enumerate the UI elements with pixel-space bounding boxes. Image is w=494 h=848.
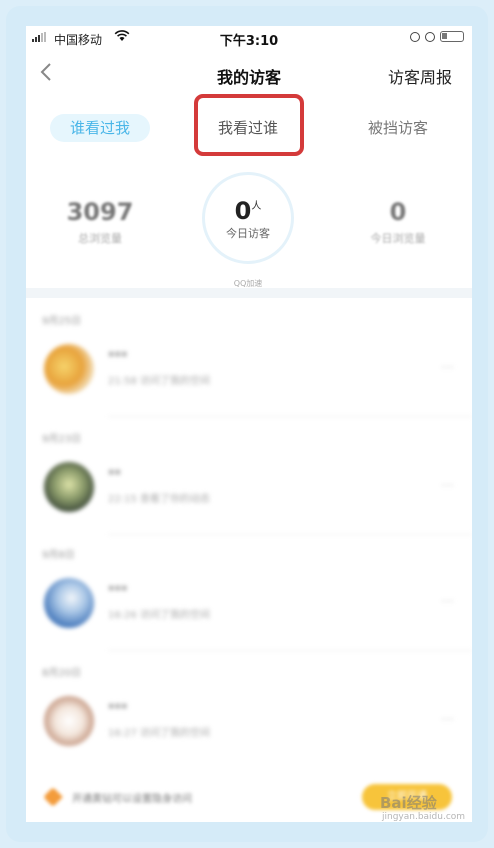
phone-screen: 中国移动 下午3:10 我的访客 访客周报 谁看过我 我看过谁 被挡访客 309…	[26, 26, 472, 822]
more-icon[interactable]: ···	[441, 360, 454, 376]
visitor-name: **	[108, 468, 121, 483]
today-visitors-circle: 0人 今日访客	[202, 172, 294, 264]
today-visitors-label: 今日访客	[226, 227, 270, 240]
total-views-label: 总浏览量	[78, 232, 122, 245]
visitor-weekly-button[interactable]: 访客周报	[388, 64, 452, 88]
section-divider	[26, 288, 472, 298]
visitor-name: ***	[108, 350, 128, 365]
today-views-stat: 0 今日浏览量	[348, 198, 448, 246]
visitor-detail: 16:27 访问了我的空间	[108, 728, 210, 739]
nav-bar: 我的访客 访客周报	[26, 52, 472, 98]
list-item[interactable]: *** 16:27 访问了我的空间 ···	[26, 692, 472, 752]
visitor-detail: 21:58 访问了我的空间	[108, 376, 210, 387]
heart-icon	[43, 787, 63, 807]
visitor-name: ***	[108, 584, 128, 599]
more-icon[interactable]: ···	[441, 594, 454, 610]
more-icon[interactable]: ···	[441, 478, 454, 494]
list-item[interactable]: ** 22:15 查看了你的动态 ···	[26, 458, 472, 518]
list-item[interactable]: *** 16:26 访问了我的空间 ···	[26, 574, 472, 634]
date-header: 9月8日	[42, 550, 75, 561]
today-views-label: 今日浏览量	[370, 232, 426, 245]
visitor-detail: 16:26 访问了我的空间	[108, 610, 210, 621]
date-header: 9月23日	[42, 434, 82, 445]
tab-who-viewed-me[interactable]: 谁看过我	[50, 114, 150, 142]
status-bar: 中国移动 下午3:10	[26, 26, 472, 52]
visitor-name: ***	[108, 702, 128, 717]
lock-rotation-icon	[410, 31, 420, 42]
date-header: 9月25日	[42, 316, 82, 327]
visitor-list: 9月25日 *** 21:58 访问了我的空间 ··· 9月23日 ** 22:…	[26, 298, 472, 778]
watermark-text: Bai经验	[380, 794, 437, 812]
alarm-icon	[425, 31, 435, 42]
total-views-stat: 3097 总浏览量	[50, 198, 150, 246]
watermark-url: jingyan.baidu.com	[382, 812, 466, 822]
visitor-detail: 22:15 查看了你的动态	[108, 494, 210, 505]
total-views-value: 3097	[66, 198, 134, 226]
avatar	[44, 344, 94, 394]
more-icon[interactable]: ···	[441, 712, 454, 728]
visitor-stats: 3097 总浏览量 0人 今日访客 QQ加速 0 今日浏览量	[26, 166, 472, 296]
avatar	[44, 462, 94, 512]
baidu-watermark: Bai经验 jingyan.baidu.com	[380, 790, 480, 830]
tab-blocked-visitors[interactable]: 被挡访客	[348, 114, 448, 142]
highlight-box	[194, 94, 304, 156]
date-header: 8月20日	[42, 668, 82, 679]
avatar	[44, 578, 94, 628]
battery-icon	[440, 31, 464, 42]
today-views-value: 0	[389, 198, 407, 226]
status-time: 下午3:10	[219, 34, 279, 49]
avatar	[44, 696, 94, 746]
qq-accel-badge: QQ加速	[233, 279, 263, 288]
today-visitors-value: 0	[234, 197, 252, 225]
list-item[interactable]: *** 21:58 访问了我的空间 ···	[26, 340, 472, 400]
today-visitors-unit: 人	[251, 201, 262, 212]
promo-text: 开通黄钻可以设置隐身访问	[72, 794, 192, 805]
